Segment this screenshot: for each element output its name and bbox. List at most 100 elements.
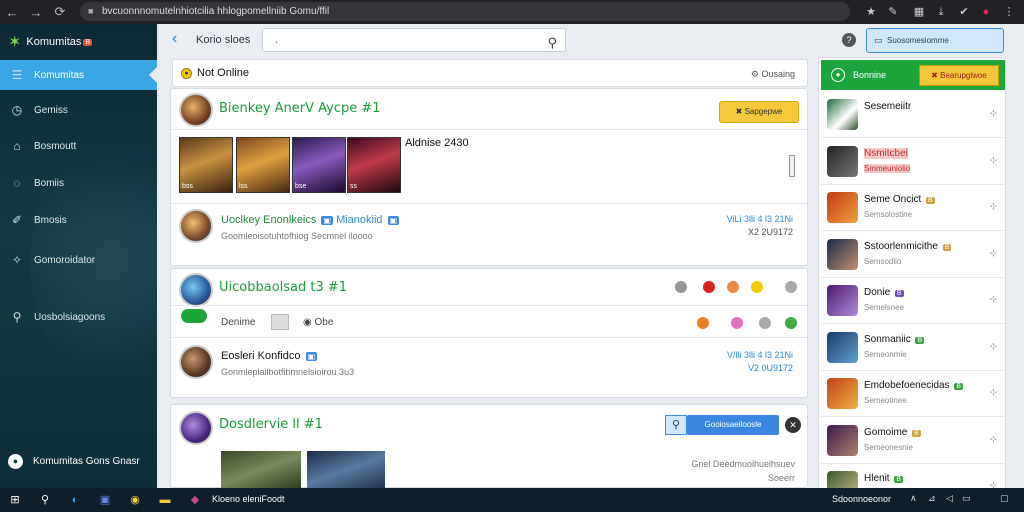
help-icon[interactable]: ? (842, 33, 856, 47)
url-bar[interactable]: ■ bvcuonnnomutelnhiotcilia hhlogpomellni… (80, 2, 850, 21)
post-title[interactable]: Bienkey AnerV Aycpe #1 (219, 101, 381, 116)
back-button[interactable]: ‹ (172, 30, 177, 48)
back-icon[interactable]: ← (0, 5, 24, 20)
search-icon[interactable]: ⚲ (665, 415, 687, 435)
reaction-icon[interactable] (785, 281, 797, 293)
post-avatar[interactable] (179, 93, 213, 127)
language-icon[interactable]: ▭ (962, 493, 971, 504)
right-list-item[interactable]: Sstoorlenmicithe B Semsodlio ⊹ (821, 232, 1005, 278)
forward-icon[interactable]: → (24, 5, 48, 20)
pin-icon[interactable]: ⊹ (989, 294, 997, 305)
pin-icon[interactable]: ⊹ (989, 434, 997, 445)
sidebar-footer[interactable]: ● Komumitas Gons Gnasr (8, 454, 140, 469)
sidebar-item-gemiss[interactable]: ◷ Gemiss (0, 95, 157, 125)
sidebar-item-bosmoutt[interactable]: ⌂ Bosmoutt (0, 131, 157, 161)
reaction-icon[interactable] (697, 317, 709, 329)
right-list-item[interactable]: Nsmitcbei Smmeuniolio ⊹ (821, 139, 1005, 185)
right-item-subtitle: Smmeuniolio (864, 163, 911, 173)
post-avatar[interactable] (179, 411, 213, 445)
lock-icon: ■ (88, 6, 94, 16)
close-icon[interactable]: ✕ (785, 417, 801, 433)
download-icon[interactable]: ⤓ (932, 3, 950, 21)
brand-name: Komumitas (26, 36, 82, 48)
reaction-icon[interactable] (759, 317, 771, 329)
row-avatar[interactable] (179, 209, 213, 243)
thumbnail[interactable] (221, 451, 301, 489)
thumbnail[interactable]: ss (347, 137, 401, 193)
scrollbar[interactable] (789, 155, 795, 177)
notification-icon[interactable]: ▢ (1000, 493, 1009, 504)
post-avatar[interactable] (179, 273, 213, 307)
game-thumbnail-icon (827, 238, 858, 270)
reaction-icon[interactable] (675, 281, 687, 293)
right-list-item[interactable]: Emdobefoenecidas B Semeotinee ⊹ (821, 371, 1005, 417)
thumbnail[interactable]: bse (292, 137, 346, 193)
chrome-icon[interactable]: ◉ (127, 492, 143, 508)
menu-icon: ☰ (11, 68, 23, 82)
pin-icon[interactable]: ⊹ (989, 108, 997, 119)
row-title[interactable]: Uoclkey Enonlkeics ▣ Mianokiid ▣ (221, 214, 400, 226)
search-icon[interactable]: ⚲ (547, 32, 557, 54)
sidebar-item-uosbolsiagoons[interactable]: ⚲ Uosbolsiagoons (0, 302, 157, 332)
reaction-icon[interactable] (751, 281, 763, 293)
right-list-item[interactable]: Sonmaniic B Semeonmie ⊹ (821, 325, 1005, 371)
thumbnail[interactable]: lss (236, 137, 290, 193)
status-right[interactable]: ⚙ Ousaing (751, 69, 795, 80)
post-title[interactable]: Dosdlervie ll #1 (219, 417, 323, 432)
reaction-icon[interactable] (785, 317, 797, 329)
right-header-button[interactable]: ▭ Suosomesiomme (866, 28, 1004, 53)
right-list-item[interactable]: Sesemeiitr ⊹ (821, 92, 1005, 138)
grid-icon[interactable]: ▦ (910, 3, 928, 21)
sidebar-item-bomiis[interactable]: ◌ Bomiis (0, 168, 157, 198)
clock-icon: ◷ (11, 103, 23, 117)
pin-icon[interactable]: ⊹ (989, 341, 997, 352)
post-footer-sub: Soeerr (767, 473, 795, 483)
right-list-item[interactable]: Seme Oncict B Semsolostine ⊹ (821, 185, 1005, 231)
reaction-icon[interactable] (727, 281, 739, 293)
edge-icon[interactable]: ◐ (67, 492, 83, 508)
search-icon[interactable]: ⚲ (37, 492, 53, 508)
right-item-tag: B (894, 290, 904, 297)
brand[interactable]: ✶ Komumitas B (8, 32, 93, 52)
pin-icon[interactable]: ⊹ (989, 248, 997, 259)
windows-icon[interactable]: ⊞ (7, 492, 23, 508)
row-avatar[interactable] (179, 345, 213, 379)
volume-icon[interactable]: ◁ (946, 493, 953, 504)
pin-icon[interactable]: ⊹ (989, 201, 997, 212)
shield-icon[interactable]: ✔ (955, 3, 973, 21)
menu-icon[interactable]: ⋮ (1000, 3, 1018, 21)
sidebar: ✶ Komumitas B ☰ Komumitas ◷ Gemiss ⌂ Bos… (0, 24, 157, 488)
sidebar-item-bmosis[interactable]: ✐ Bmosis (0, 205, 157, 235)
up-arrow-icon[interactable]: ∧ (910, 493, 917, 504)
network-icon[interactable]: ⊿ (928, 493, 936, 504)
thumbnail[interactable]: bss (179, 137, 233, 193)
reload-icon[interactable]: ⟳ (48, 4, 72, 20)
toggle-icon[interactable] (271, 314, 289, 330)
reaction-icon[interactable] (731, 317, 743, 329)
post-action-button[interactable]: ✖ Sapgepwe (719, 101, 799, 123)
search-input[interactable]: . ⚲ (262, 28, 566, 52)
pin-icon[interactable]: ⊹ (989, 387, 997, 398)
folder-icon[interactable]: ▬ (157, 492, 173, 508)
post-title[interactable]: Uicobbaolsad t3 #1 (219, 280, 347, 295)
right-list-item[interactable]: Gomoime B Semeonesnie ⊹ (821, 418, 1005, 464)
game-icon[interactable]: ◆ (187, 492, 203, 508)
thumbnail-caption: Aldnise 2430 (405, 137, 469, 149)
avatar-icon[interactable]: ● (977, 3, 995, 21)
obe-label[interactable]: ◉ Obe (303, 317, 333, 328)
thumbnail[interactable] (307, 451, 385, 489)
sidebar-item-gomoroidator[interactable]: ✧ Gomoroidator (0, 245, 157, 275)
row-stats: ViLi 3lli 4 l3 21Ni X2 2U9172 (727, 213, 793, 239)
pin-icon[interactable]: ⊹ (989, 155, 997, 166)
upgrade-button[interactable]: ✖ Bearupgiwoe (919, 65, 999, 86)
right-item-tag: B (926, 197, 935, 204)
taskbar-task-label[interactable]: Kloeno eleniFoodt (212, 494, 285, 504)
right-list-item[interactable]: Donie B Semelsnee ⊹ (821, 278, 1005, 324)
sidebar-item-komumitas[interactable]: ☰ Komumitas (0, 60, 157, 90)
app-icon[interactable]: ▣ (97, 492, 113, 508)
post-action-button[interactable]: Gooiosaeiloosle (687, 415, 779, 435)
star-icon[interactable]: ★ (862, 3, 880, 21)
reaction-icon[interactable] (703, 281, 715, 293)
row-title[interactable]: Eosleri Konfidco ▣ (221, 350, 318, 362)
pin-icon[interactable]: ✎ (884, 3, 902, 21)
